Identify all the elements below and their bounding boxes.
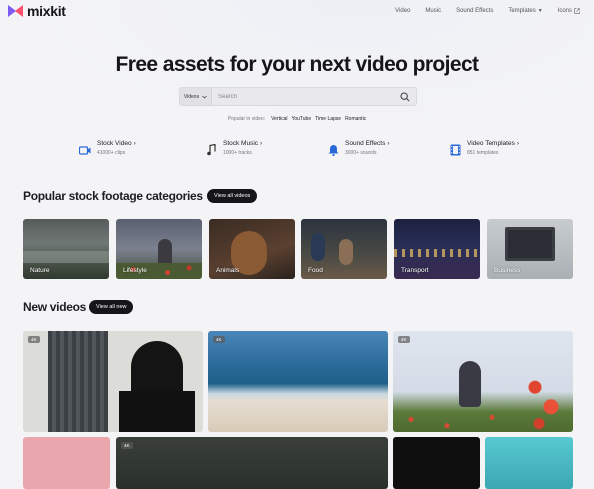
person-graphic	[339, 239, 353, 265]
popular-tags: Popular in video: Vertical YouTube Time …	[0, 116, 594, 122]
flowers-graphic	[393, 411, 573, 432]
video-card[interactable]: 4K	[23, 331, 203, 432]
category-card-nature[interactable]: Nature	[23, 219, 109, 279]
category-sound-effects[interactable]: Sound Effects › 3000+ sounds	[327, 140, 390, 156]
city-lights-graphic	[394, 249, 480, 257]
category-video-templates[interactable]: Video Templates › 851 templates	[449, 140, 519, 156]
nav-links: Video Music Sound Effects Templates ▼ Ico…	[395, 8, 580, 14]
logo[interactable]: mixkit	[8, 3, 66, 19]
bell-icon	[327, 144, 339, 156]
film-icon	[449, 144, 461, 156]
nav-link-templates[interactable]: Templates ▼	[508, 8, 542, 14]
search-button[interactable]	[397, 89, 413, 105]
shutter-graphic	[48, 331, 108, 432]
asset-categories: Stock Video › 41000+ clips Stock Music › 100…	[79, 140, 529, 164]
person-graphic	[311, 233, 325, 261]
water-graphic	[23, 251, 109, 263]
nav-link-video[interactable]: Video	[395, 8, 410, 14]
video-icon	[79, 144, 91, 156]
video-card[interactable]	[485, 437, 573, 489]
quality-badge: 4K	[121, 442, 133, 449]
category-card-animals[interactable]: Animals	[209, 219, 295, 279]
category-card-business[interactable]: Business	[487, 219, 573, 279]
monitor-graphic	[505, 227, 555, 261]
video-card[interactable]: 4K	[208, 331, 388, 432]
logo-text: mixkit	[27, 3, 66, 19]
nav-link-icons[interactable]: Icons	[558, 8, 580, 14]
search-icon	[400, 91, 410, 102]
view-all-new-button[interactable]: View all new	[89, 300, 134, 314]
music-note-icon	[205, 144, 217, 156]
video-card[interactable]	[393, 437, 480, 489]
nav-link-music[interactable]: Music	[425, 8, 441, 14]
chevron-right-icon: ›	[260, 140, 263, 147]
chevron-right-icon: ›	[516, 140, 519, 147]
popular-tag[interactable]: Time Lapse	[315, 116, 341, 122]
category-stock-video[interactable]: Stock Video › 41000+ clips	[79, 140, 136, 156]
person-graphic	[119, 391, 195, 432]
search-bar: Videos	[179, 87, 417, 106]
person-graphic	[459, 361, 481, 407]
video-card[interactable]: 4K	[116, 437, 388, 489]
category-card-food[interactable]: Food	[301, 219, 387, 279]
chevron-right-icon: ›	[387, 140, 390, 147]
caret-down-icon: ▼	[537, 8, 543, 14]
nav-link-sound-effects[interactable]: Sound Effects	[456, 8, 493, 14]
quality-badge: 4K	[28, 336, 40, 343]
popular-tag[interactable]: Vertical	[271, 116, 287, 122]
chevron-right-icon: ›	[133, 140, 136, 147]
search-type-select[interactable]: Videos	[180, 88, 212, 105]
view-all-videos-button[interactable]: View all videos	[207, 189, 258, 203]
logo-mark-icon	[8, 5, 24, 17]
quality-badge: 4K	[213, 336, 225, 343]
popular-tag[interactable]: YouTube	[291, 116, 311, 122]
category-stock-music[interactable]: Stock Music › 1000+ tracks	[205, 140, 262, 156]
hero-title: Free assets for your next video project	[115, 53, 480, 76]
top-navigation: mixkit Video Music Sound Effects Templat…	[0, 0, 594, 26]
footage-section-title: Popular stock footage categories	[23, 189, 203, 203]
new-videos-title: New videos	[23, 300, 87, 314]
quality-badge: 4K	[398, 336, 410, 343]
category-card-lifestyle[interactable]: Lifestyle	[116, 219, 202, 279]
search-input[interactable]	[212, 88, 397, 105]
category-card-transport[interactable]: Transport	[394, 219, 480, 279]
chevron-down-icon	[202, 95, 207, 99]
external-link-icon	[574, 8, 580, 14]
popular-label: Popular in video:	[227, 116, 266, 122]
video-card[interactable]: 4K	[393, 331, 573, 432]
video-card[interactable]	[23, 437, 110, 489]
popular-tag[interactable]: Romantic	[345, 116, 366, 122]
